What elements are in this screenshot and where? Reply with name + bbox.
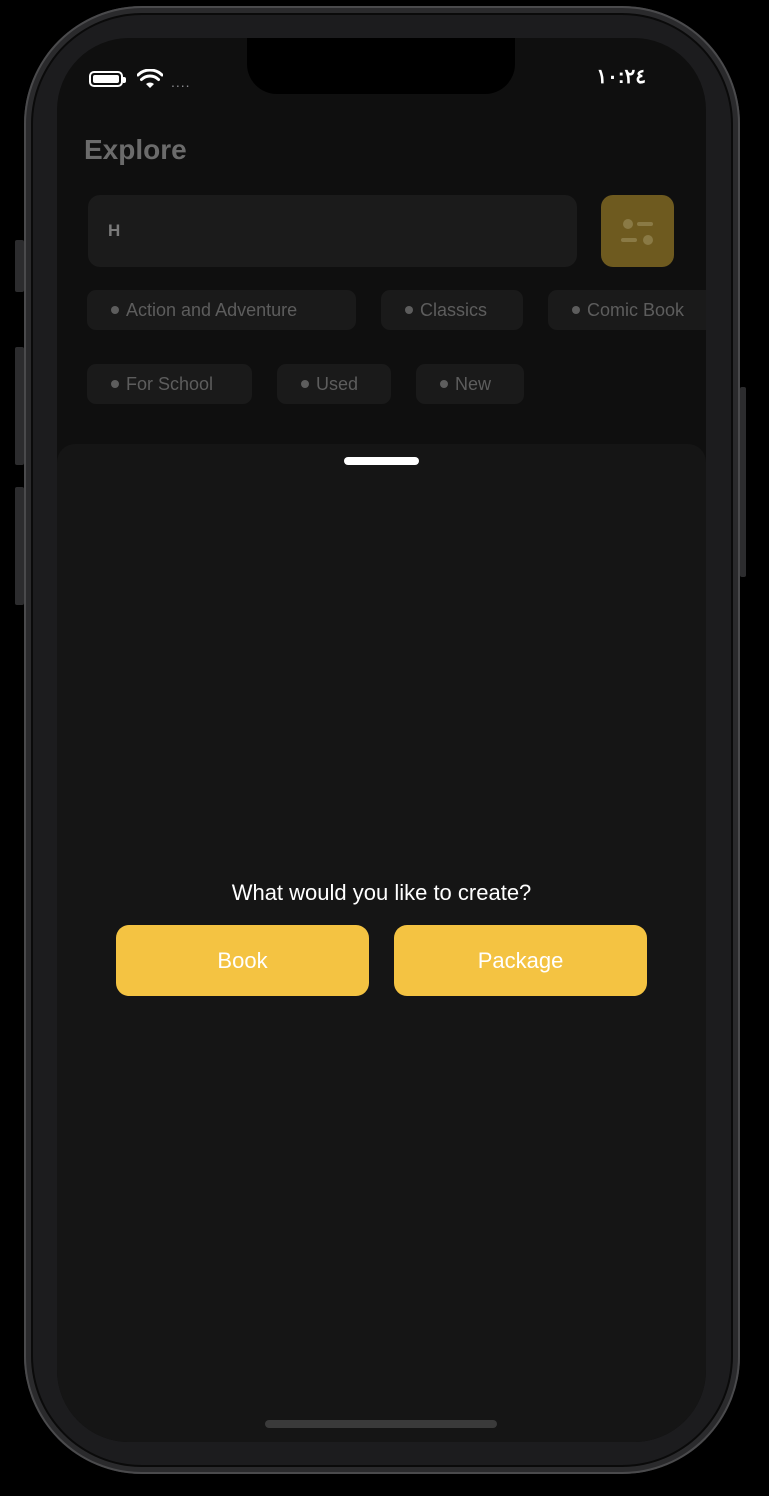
power-button bbox=[740, 387, 746, 577]
filter-chip-used[interactable]: Used bbox=[277, 364, 391, 404]
create-book-button[interactable]: Book bbox=[116, 925, 369, 996]
status-time: ١٠:٢٤ bbox=[596, 66, 646, 88]
chip-label: Classics bbox=[420, 299, 488, 320]
sheet-grabber[interactable] bbox=[344, 457, 419, 465]
filter-chip-action-adventure[interactable]: Action and Adventure bbox=[87, 290, 356, 330]
filter-button[interactable] bbox=[601, 195, 674, 267]
wifi-icon bbox=[137, 69, 163, 88]
dot-icon bbox=[405, 306, 413, 314]
chip-label: Action and Adventure bbox=[126, 299, 298, 320]
battery-icon bbox=[89, 71, 126, 87]
screen: Explore H Action and Adventure Classics bbox=[57, 38, 706, 1442]
filter-chip-comic-book[interactable]: Comic Book bbox=[548, 290, 706, 330]
dot-icon bbox=[111, 306, 119, 314]
dot-icon bbox=[111, 380, 119, 388]
filter-chip-for-school[interactable]: For School bbox=[87, 364, 252, 404]
dot-icon bbox=[572, 306, 580, 314]
create-bottom-sheet: What would you like to create? Book Pack… bbox=[57, 444, 706, 1442]
notch bbox=[247, 38, 515, 94]
chip-label: Comic Book bbox=[587, 299, 685, 320]
chip-label: Used bbox=[316, 373, 359, 394]
sliders-icon bbox=[621, 219, 653, 245]
volume-down-button bbox=[15, 487, 24, 605]
dot-icon bbox=[440, 380, 448, 388]
home-indicator[interactable] bbox=[265, 1420, 497, 1428]
status-indicators: .... bbox=[89, 68, 191, 90]
create-package-button[interactable]: Package bbox=[394, 925, 647, 996]
filter-chip-new[interactable]: New bbox=[416, 364, 524, 404]
search-input[interactable]: H bbox=[88, 195, 577, 267]
volume-up-button bbox=[15, 347, 24, 465]
chip-label: New bbox=[455, 373, 492, 394]
dot-icon bbox=[301, 380, 309, 388]
sheet-prompt: What would you like to create? bbox=[231, 880, 532, 905]
mute-switch bbox=[15, 240, 24, 292]
chip-label: For School bbox=[126, 373, 214, 394]
search-value: H bbox=[108, 221, 121, 240]
page-title: Explore bbox=[84, 134, 187, 165]
signal-indicator: .... bbox=[171, 74, 191, 90]
filter-chip-classics[interactable]: Classics bbox=[381, 290, 523, 330]
